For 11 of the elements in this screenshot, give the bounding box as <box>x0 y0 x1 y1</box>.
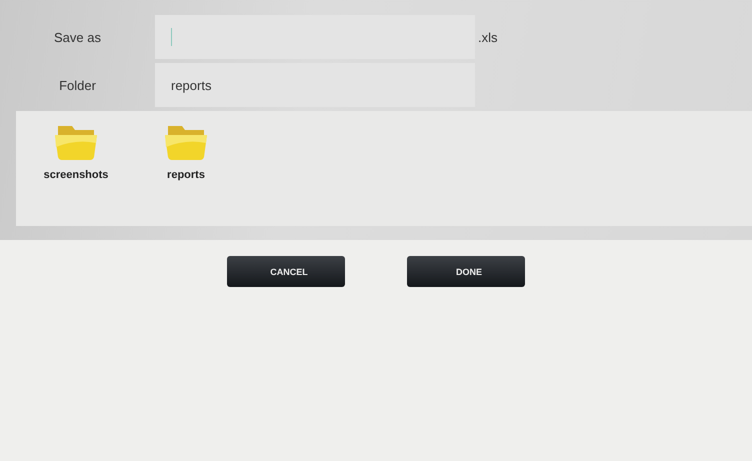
folder-name[interactable]: reports <box>167 169 205 181</box>
cancel-button[interactable]: CANCEL <box>227 256 345 287</box>
done-button[interactable]: DONE <box>407 256 525 287</box>
folder-field[interactable]: reports <box>155 63 475 107</box>
field-label: Save as <box>53 30 102 44</box>
field-label: Folder <box>58 78 97 92</box>
folder-icon <box>54 123 98 161</box>
file-name-field[interactable] <box>155 15 475 59</box>
folder-icon <box>164 123 208 161</box>
extension-label: .xls <box>478 30 498 44</box>
folder-name[interactable]: screenshots <box>44 169 108 181</box>
